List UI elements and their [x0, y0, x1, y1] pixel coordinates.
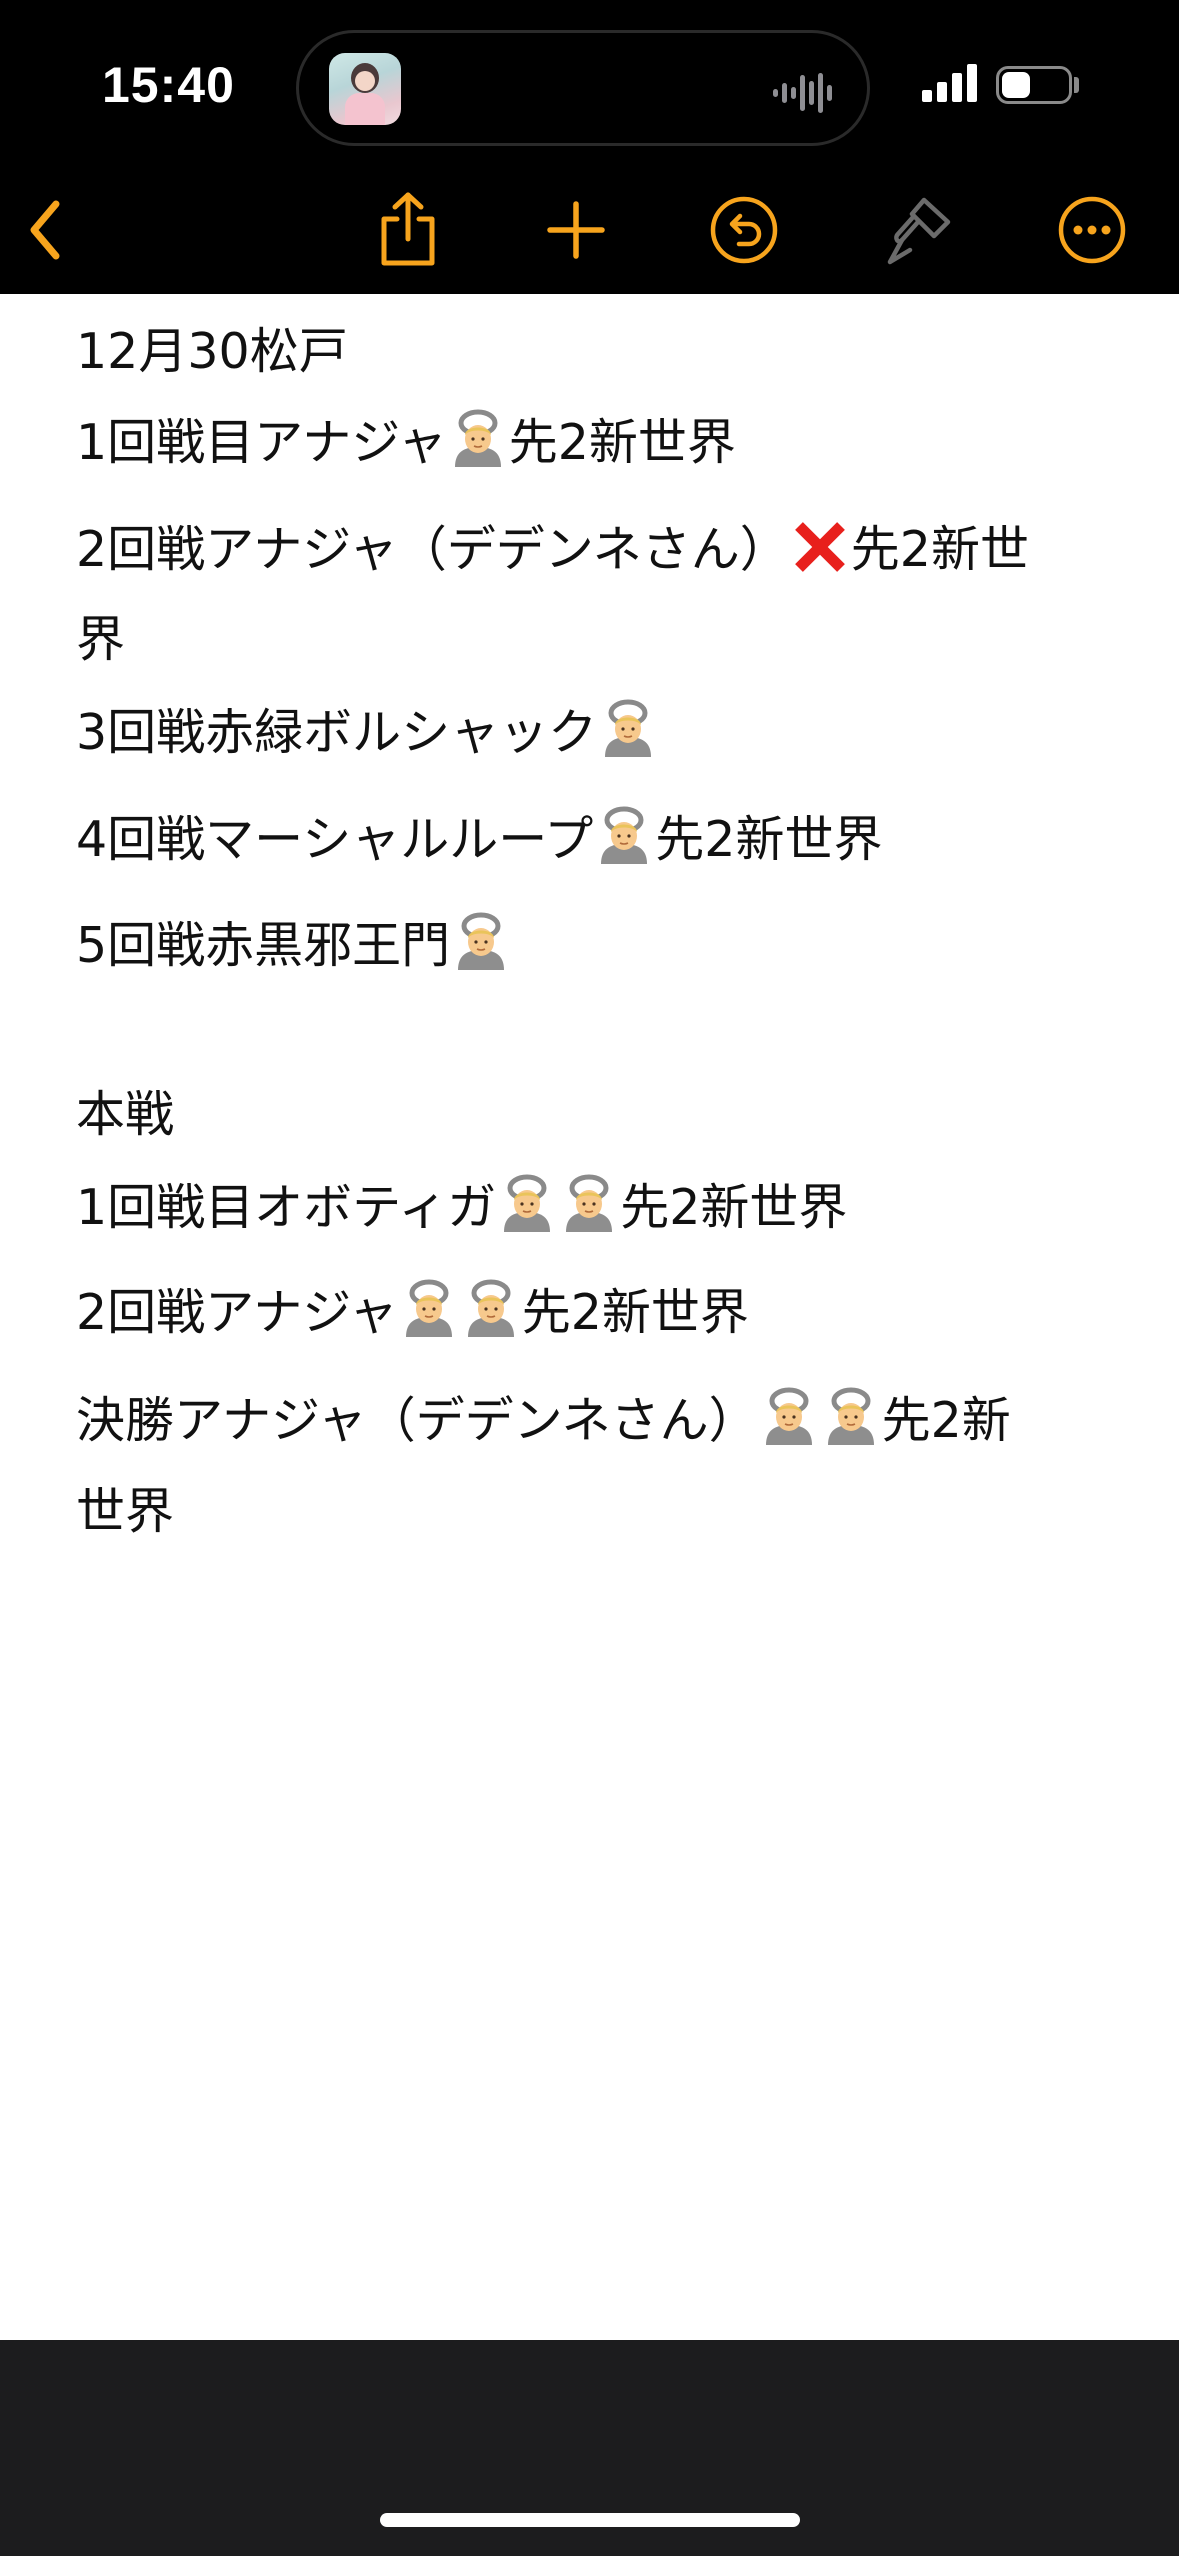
note-line-text: 2回戦アナジャ: [76, 1284, 398, 1341]
ok-gesture-person-emoji: [458, 912, 505, 970]
back-button[interactable]: [4, 188, 88, 272]
plus-icon: [547, 201, 605, 259]
note-line-text: 先2新世界: [620, 1179, 848, 1236]
home-indicator[interactable]: [380, 2513, 800, 2527]
note-line[interactable]: 3回戦赤緑ボルシャック: [76, 687, 659, 779]
note-line-text: 先2新世界: [655, 811, 883, 868]
ok-gesture-person-emoji: [605, 699, 652, 757]
ok-gesture-person-emoji: [454, 409, 501, 467]
ok-gesture-person-emoji: [601, 806, 648, 864]
more-button[interactable]: [1050, 188, 1134, 272]
cellular-signal-icon: [922, 64, 977, 102]
share-icon: [381, 192, 435, 266]
ok-gesture-person-emoji: [566, 1174, 613, 1232]
note-toolbar: [0, 170, 1179, 294]
note-line-text: 界: [76, 611, 126, 668]
status-time: 15:40: [102, 57, 235, 113]
undo-button[interactable]: [702, 188, 786, 272]
note-line-text: 12月30松戸: [76, 323, 348, 380]
ok-gesture-person-emoji: [765, 1387, 812, 1445]
note-line[interactable]: 世界: [76, 1466, 174, 1558]
note-line[interactable]: 4回戦マーシャルループ 先2新世界: [76, 794, 882, 886]
note-line-text: 先2新世界: [508, 414, 736, 471]
ok-gesture-person-emoji: [405, 1279, 452, 1337]
undo-icon: [710, 196, 778, 264]
note-line[interactable]: 決勝アナジャ（デデンネさん） 先2新: [76, 1375, 1011, 1467]
note-line-text: 1回戦目オボティガ: [76, 1179, 497, 1236]
note-line-text: 5回戦赤黒邪王門: [76, 917, 451, 974]
note-line-text: 本戦: [76, 1086, 175, 1143]
note-line[interactable]: 2回戦アナジャ 先2新世界: [76, 1267, 749, 1359]
note-line[interactable]: 12月30松戸: [76, 306, 348, 398]
note-line-text: 2回戦アナジャ（デデンネさん）: [76, 521, 789, 578]
note-line[interactable]: 2回戦アナジャ（デデンネさん） 先2新世: [76, 504, 1029, 596]
note-line-text: 4回戦マーシャルループ: [76, 811, 594, 868]
note-line-text: 3回戦赤緑ボルシャック: [76, 704, 598, 761]
waveform-icon: [773, 73, 832, 113]
note-line[interactable]: 本戦: [76, 1069, 174, 1161]
ok-gesture-person-emoji: [504, 1174, 551, 1232]
paintbrush-pointed-icon: [887, 197, 951, 265]
note-body[interactable]: 12月30松戸 1回戦目アナジャ 先2新世界 2回戦アナジャ（デデンネさん） 先2新世界…: [0, 294, 1179, 2340]
now-playing-thumbnail[interactable]: [329, 53, 401, 125]
ok-gesture-person-emoji: [467, 1279, 514, 1337]
note-line-text: 世界: [76, 1483, 175, 1540]
add-button[interactable]: [534, 188, 618, 272]
note-line-text: 先2新: [881, 1392, 1011, 1449]
note-line-text: 先2新世: [850, 521, 1029, 578]
note-line-text: 1回戦目アナジャ: [76, 414, 447, 471]
battery-cap: [1074, 77, 1079, 93]
chevron-left-icon: [30, 200, 60, 260]
ellipsis-circle-icon: [1058, 196, 1126, 264]
battery-icon: [996, 66, 1072, 104]
note-line[interactable]: 5回戦赤黒邪王門: [76, 900, 512, 992]
status-bar: 15:40: [0, 0, 1179, 170]
ok-gesture-person-emoji: [827, 1387, 874, 1445]
dynamic-island[interactable]: [296, 30, 870, 146]
note-line[interactable]: 1回戦目アナジャ 先2新世界: [76, 397, 736, 489]
note-line[interactable]: 1回戦目オボティガ 先2新世界: [76, 1162, 847, 1254]
share-button[interactable]: [366, 188, 450, 272]
format-brush-button[interactable]: [878, 188, 962, 272]
red-cross-mark-emoji: [794, 522, 845, 572]
note-line[interactable]: 界: [76, 594, 125, 686]
note-line-text: 決勝アナジャ（デデンネさん）: [76, 1392, 758, 1449]
note-line-text: 先2新世界: [521, 1284, 749, 1341]
